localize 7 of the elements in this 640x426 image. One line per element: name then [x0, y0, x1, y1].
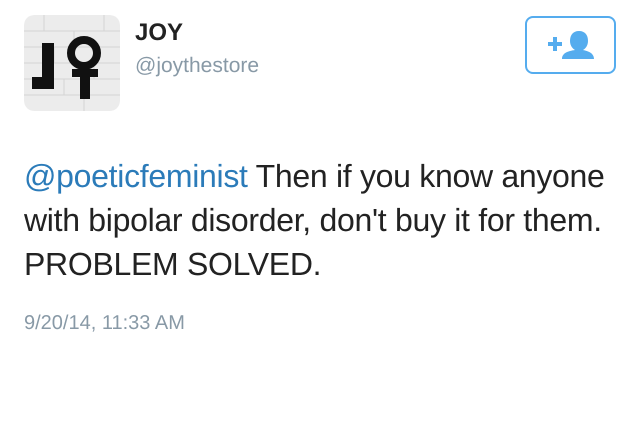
mention-link[interactable]: @poeticfeminist: [24, 158, 248, 194]
timestamp: 9/20/14, 11:33 AM: [24, 312, 185, 334]
display-name: JOY: [135, 18, 184, 48]
add-user-icon: [548, 31, 594, 59]
tweet-text: @poeticfeminist Then if you know anyone with bipolar disorder, don't buy it for them. PROBLEM SOLVED.: [23, 157, 606, 284]
username: @joythestore: [135, 53, 260, 79]
follow-button[interactable]: [525, 16, 616, 74]
